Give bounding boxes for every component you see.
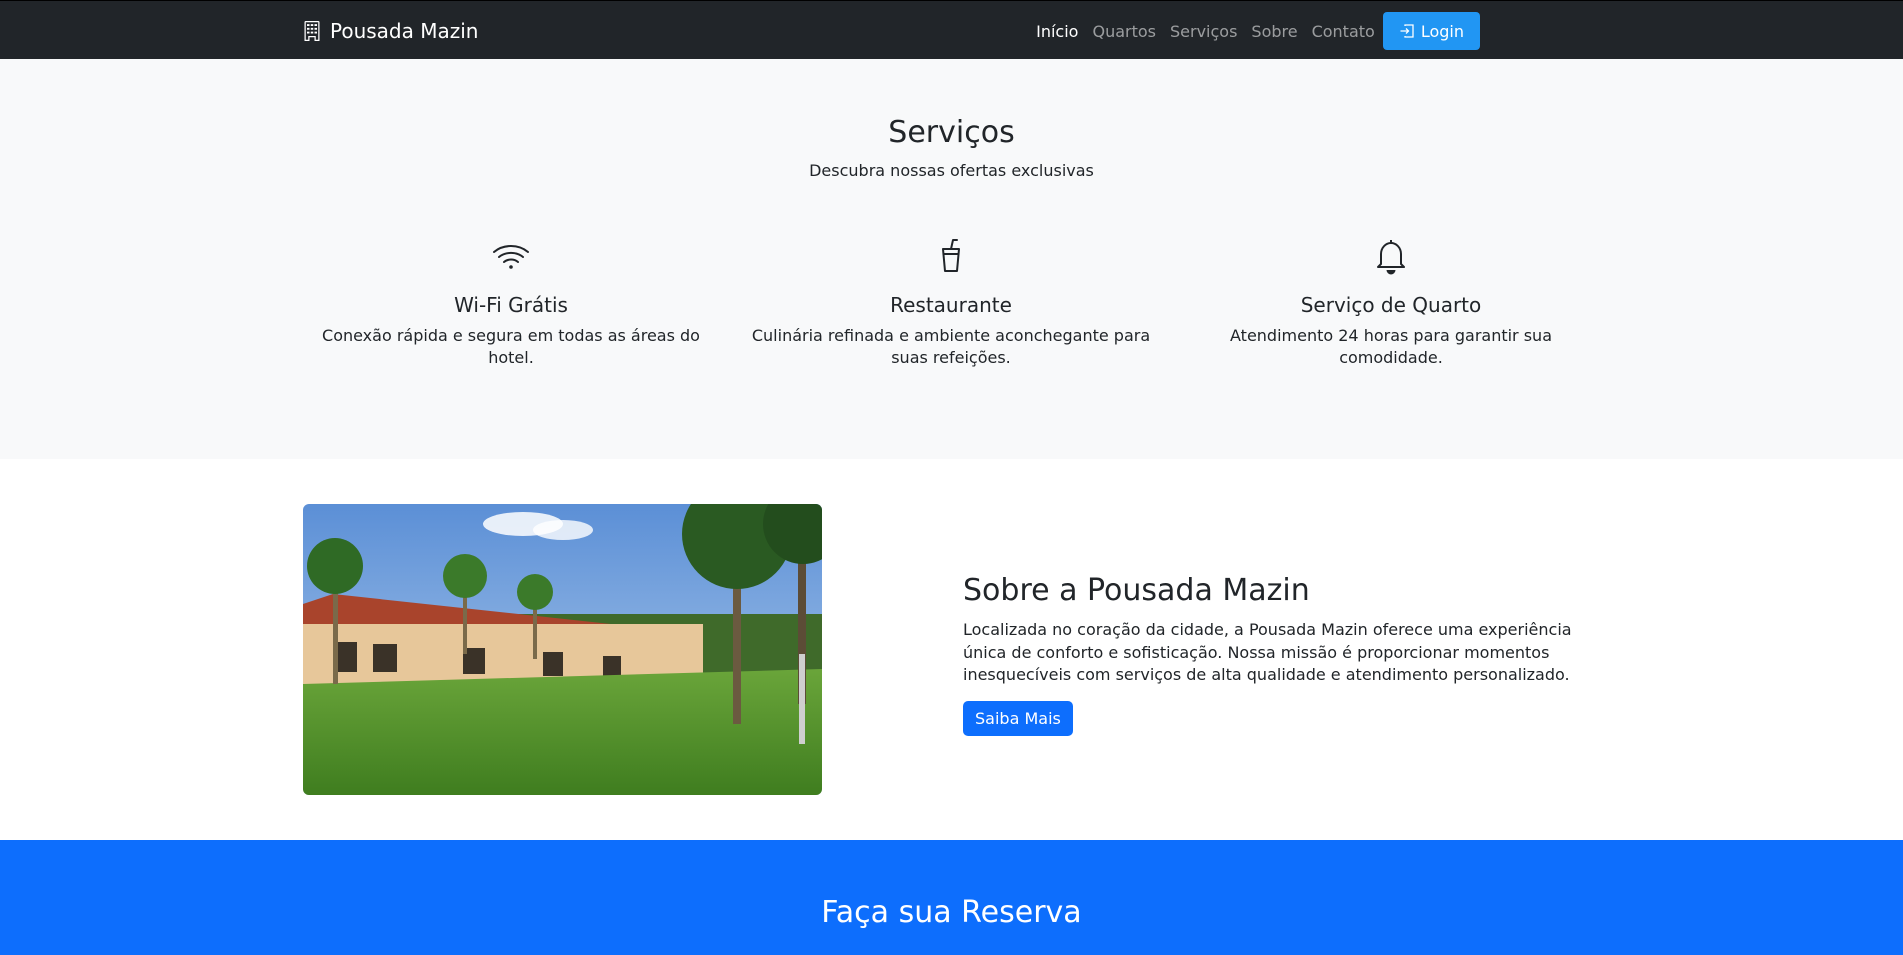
box-arrow-in-right-icon [1400, 24, 1414, 38]
about-text: Localizada no coração da cidade, a Pousa… [963, 620, 1572, 684]
reserva-section: Faça sua Reserva [0, 840, 1903, 955]
services-subtitle: Descubra nossas ofertas exclusivas [809, 161, 1094, 180]
service-card-servico-quarto: Serviço de Quarto Atendimento 24 horas p… [1171, 235, 1611, 369]
login-label: Login [1420, 21, 1464, 41]
service-text: Conexão rápida e segura em todas as área… [322, 326, 700, 367]
services-title: Serviços [888, 115, 1015, 150]
service-text: Atendimento 24 horas para garantir sua c… [1230, 326, 1552, 367]
service-title: Restaurante [890, 293, 1012, 317]
nav-link-inicio[interactable]: Início [1036, 22, 1078, 41]
services-section: Serviços Descubra nossas ofertas exclusi… [0, 59, 1903, 459]
login-button[interactable]: Login [1382, 12, 1480, 50]
cup-straw-icon [942, 239, 960, 272]
about-title: Sobre a Pousada Mazin [963, 573, 1310, 608]
service-title: Wi-Fi Grátis [454, 293, 568, 317]
nav-link-contato[interactable]: Contato [1312, 22, 1375, 41]
navbar-brand[interactable]: Pousada Mazin [302, 19, 479, 43]
wifi-icon [493, 245, 529, 269]
service-title: Serviço de Quarto [1300, 293, 1482, 317]
service-card-wifi: Wi-Fi Grátis Conexão rápida e segura em … [291, 235, 731, 369]
service-card-restaurante: Restaurante Culinária refinada e ambient… [731, 235, 1171, 369]
navbar: Pousada Mazin Início Quartos Serviços So… [0, 0, 1903, 59]
nav-link-servicos[interactable]: Serviços [1170, 22, 1237, 41]
nav-link-quartos[interactable]: Quartos [1092, 22, 1156, 41]
bell-icon [1377, 240, 1405, 275]
reserva-title: Faça sua Reserva [821, 895, 1082, 930]
nav-link-sobre[interactable]: Sobre [1251, 22, 1297, 41]
brand-label: Pousada Mazin [330, 19, 479, 43]
building-icon [304, 21, 320, 41]
saiba-mais-button[interactable]: Saiba Mais [963, 701, 1073, 736]
hotel-photo [303, 504, 822, 795]
nav-links: Início Quartos Serviços Sobre Contato Lo… [1022, 12, 1480, 50]
about-section: Sobre a Pousada Mazin Localizada no cora… [0, 459, 1903, 840]
service-text: Culinária refinada e ambiente aconchegan… [751, 326, 1151, 367]
